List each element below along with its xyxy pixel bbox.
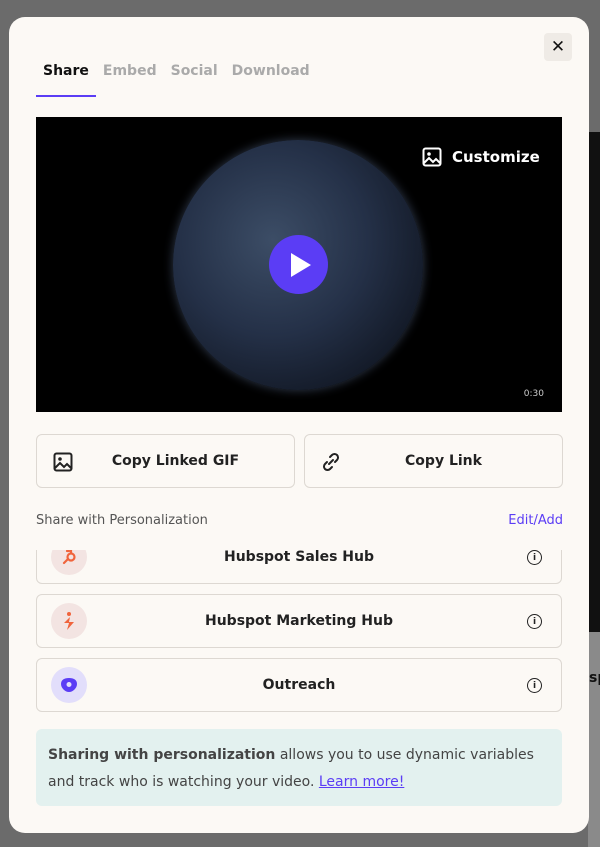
tab-download[interactable]: Download (225, 63, 317, 97)
integration-hubspot-sales[interactable]: Hubspot Sales Hub i (36, 550, 562, 584)
personalization-heading: Share with Personalization (36, 513, 208, 528)
outreach-icon (51, 667, 87, 703)
link-icon (322, 452, 340, 472)
image-icon (53, 452, 73, 472)
edit-add-link[interactable]: Edit/Add (508, 513, 563, 528)
background-panel (588, 632, 600, 847)
info-icon[interactable]: i (527, 678, 542, 693)
integration-list[interactable]: Hubspot Sales Hub i Hubspot Marketing Hu… (36, 550, 562, 712)
video-duration: 0:30 (523, 389, 544, 399)
copy-linked-gif-button[interactable]: Copy Linked GIF (36, 434, 295, 488)
integration-outreach[interactable]: Outreach i (36, 658, 562, 712)
background-text: sp (589, 670, 600, 686)
copy-link-label: Copy Link (405, 453, 482, 469)
hubspot-icon (51, 550, 87, 575)
customize-button[interactable]: Customize (422, 147, 540, 167)
note-bold: Sharing with personalization (48, 747, 276, 763)
learn-more-link[interactable]: Learn more! (319, 774, 404, 790)
close-button[interactable]: ✕ (544, 33, 572, 61)
copy-link-button[interactable]: Copy Link (304, 434, 563, 488)
image-icon (422, 147, 442, 167)
tab-social[interactable]: Social (164, 63, 225, 97)
tab-embed[interactable]: Embed (96, 63, 164, 97)
customize-label: Customize (452, 148, 540, 166)
integration-label: Hubspot Marketing Hub (204, 613, 393, 629)
personalization-info-box: Sharing with personalization allows you … (36, 729, 562, 806)
close-icon: ✕ (550, 37, 566, 57)
play-button[interactable] (269, 235, 328, 294)
info-icon[interactable]: i (527, 550, 542, 565)
integration-label: Outreach (262, 677, 336, 693)
copy-gif-label: Copy Linked GIF (111, 453, 240, 469)
integration-label: Hubspot Sales Hub (224, 550, 374, 565)
share-modal: ✕ Share Embed Social Download Customize … (9, 17, 589, 833)
video-player[interactable]: Customize 0:30 (36, 117, 562, 412)
tab-bar: Share Embed Social Download (36, 63, 317, 97)
lightning-icon (51, 603, 87, 639)
integration-hubspot-marketing[interactable]: Hubspot Marketing Hub i (36, 594, 562, 648)
info-icon[interactable]: i (527, 614, 542, 629)
background-video (588, 132, 600, 632)
tab-share[interactable]: Share (36, 63, 96, 97)
